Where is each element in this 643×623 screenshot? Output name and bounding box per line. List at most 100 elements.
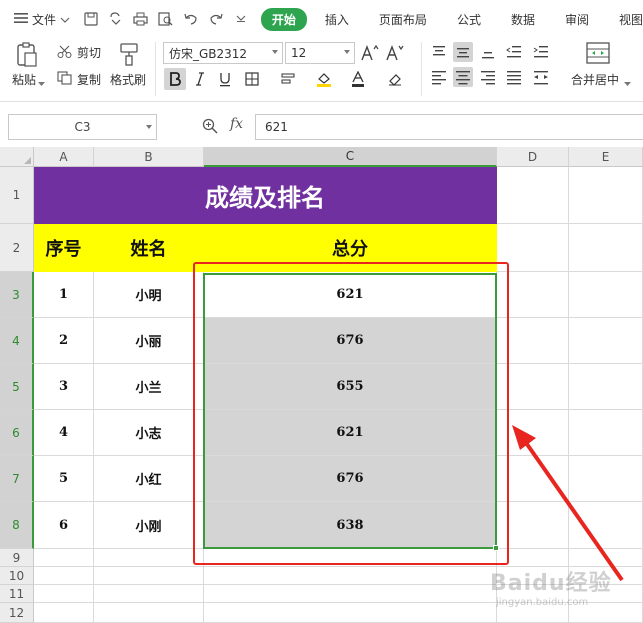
- undo-icon[interactable]: [183, 11, 199, 27]
- align-left-icon[interactable]: [429, 67, 449, 87]
- tab-page-layout[interactable]: 页面布局: [379, 11, 427, 28]
- format-painter-button[interactable]: 格式刷: [110, 71, 146, 88]
- cell-d6[interactable]: [497, 410, 569, 456]
- tab-insert[interactable]: 插入: [325, 11, 349, 28]
- row-header-3[interactable]: 3: [0, 272, 34, 318]
- cell-b5[interactable]: 小兰: [94, 364, 204, 410]
- select-all-corner[interactable]: [0, 147, 34, 167]
- fill-color-icon[interactable]: [313, 68, 335, 90]
- cell-b4[interactable]: 小丽: [94, 318, 204, 364]
- cell-b10[interactable]: [94, 567, 204, 585]
- header-cell-score[interactable]: 总分: [204, 224, 497, 272]
- cell-b3[interactable]: 小明: [94, 272, 204, 318]
- cloud-sync-icon[interactable]: [108, 11, 124, 27]
- cell-c9[interactable]: [204, 549, 497, 567]
- increase-font-size-icon[interactable]: [359, 42, 381, 64]
- cell-d1[interactable]: [497, 167, 569, 224]
- row-header-7[interactable]: 7: [0, 456, 34, 502]
- align-center-icon[interactable]: [453, 67, 473, 87]
- merge-dropdown-icon[interactable]: [624, 76, 631, 90]
- paste-dropdown-icon[interactable]: [38, 76, 45, 90]
- cell-d5[interactable]: [497, 364, 569, 410]
- bold-icon[interactable]: [164, 68, 186, 90]
- clear-format-icon[interactable]: [384, 68, 406, 90]
- tab-formulas[interactable]: 公式: [457, 11, 481, 28]
- header-cell-no[interactable]: 序号: [34, 224, 94, 272]
- cell-e7[interactable]: [569, 456, 643, 502]
- formula-input[interactable]: 621: [255, 114, 643, 140]
- cell-d10[interactable]: [497, 567, 569, 585]
- row-header-11[interactable]: 11: [0, 585, 34, 603]
- align-top-icon[interactable]: [429, 42, 449, 62]
- distributed-align-icon[interactable]: [531, 67, 551, 87]
- cell-b7[interactable]: 小红: [94, 456, 204, 502]
- column-header-d[interactable]: D: [497, 147, 569, 167]
- print-icon[interactable]: [133, 11, 149, 27]
- cell-a4[interactable]: 2: [34, 318, 94, 364]
- row-header-8[interactable]: 8: [0, 502, 34, 549]
- sheet-title-cell[interactable]: 成绩及排名: [34, 167, 497, 224]
- column-header-e[interactable]: E: [569, 147, 643, 167]
- name-box[interactable]: C3: [8, 114, 157, 140]
- cell-a3[interactable]: 1: [34, 272, 94, 318]
- cell-a12[interactable]: [34, 603, 94, 623]
- cell-e6[interactable]: [569, 410, 643, 456]
- row-header-9[interactable]: 9: [0, 549, 34, 567]
- cell-e3[interactable]: [569, 272, 643, 318]
- decrease-indent-icon[interactable]: [504, 42, 524, 62]
- cell-a5[interactable]: 3: [34, 364, 94, 410]
- cell-e2[interactable]: [569, 224, 643, 272]
- cell-c4[interactable]: 676: [204, 318, 497, 364]
- row-header-5[interactable]: 5: [0, 364, 34, 410]
- font-name-select[interactable]: 仿宋_GB2312: [163, 42, 283, 64]
- align-bottom-icon[interactable]: [478, 42, 498, 62]
- cell-a11[interactable]: [34, 585, 94, 603]
- cell-c5[interactable]: 655: [204, 364, 497, 410]
- cell-e5[interactable]: [569, 364, 643, 410]
- cell-e9[interactable]: [569, 549, 643, 567]
- cell-b11[interactable]: [94, 585, 204, 603]
- tab-data[interactable]: 数据: [511, 11, 535, 28]
- customize-toolbar-icon[interactable]: [233, 11, 249, 27]
- cell-d2[interactable]: [497, 224, 569, 272]
- decrease-font-size-icon[interactable]: [384, 42, 406, 64]
- paste-button[interactable]: [14, 42, 40, 71]
- justify-icon[interactable]: [504, 67, 524, 87]
- column-header-a[interactable]: A: [34, 147, 94, 167]
- tab-view[interactable]: 视图: [619, 11, 643, 28]
- zoom-search-icon[interactable]: [202, 118, 218, 137]
- align-right-icon[interactable]: [478, 67, 498, 87]
- cell-c12[interactable]: [204, 603, 497, 623]
- cell-c8[interactable]: 638: [204, 502, 497, 549]
- redo-icon[interactable]: [208, 11, 224, 27]
- cell-d11[interactable]: [497, 585, 569, 603]
- copy-button[interactable]: 复制: [77, 71, 101, 88]
- cell-b12[interactable]: [94, 603, 204, 623]
- underline-icon[interactable]: [214, 68, 236, 90]
- cell-e10[interactable]: [569, 567, 643, 585]
- header-cell-name[interactable]: 姓名: [94, 224, 204, 272]
- cell-d9[interactable]: [497, 549, 569, 567]
- conditional-format-icon[interactable]: [277, 68, 299, 90]
- row-header-1[interactable]: 1: [0, 167, 34, 224]
- cell-c10[interactable]: [204, 567, 497, 585]
- cell-c6[interactable]: 621: [204, 410, 497, 456]
- cell-d7[interactable]: [497, 456, 569, 502]
- align-middle-icon[interactable]: [453, 42, 473, 62]
- cut-button[interactable]: 剪切: [77, 44, 101, 61]
- cell-e8[interactable]: [569, 502, 643, 549]
- cell-d12[interactable]: [497, 603, 569, 623]
- row-header-12[interactable]: 12: [0, 603, 34, 623]
- cell-a8[interactable]: 6: [34, 502, 94, 549]
- print-preview-icon[interactable]: [158, 11, 174, 27]
- cell-a7[interactable]: 5: [34, 456, 94, 502]
- cell-d8[interactable]: [497, 502, 569, 549]
- cell-c7[interactable]: 676: [204, 456, 497, 502]
- cell-d4[interactable]: [497, 318, 569, 364]
- cell-e11[interactable]: [569, 585, 643, 603]
- merge-center-button[interactable]: 合并居中: [571, 71, 619, 88]
- row-header-6[interactable]: 6: [0, 410, 34, 456]
- save-icon[interactable]: [83, 11, 99, 27]
- italic-icon[interactable]: [189, 68, 211, 90]
- row-header-10[interactable]: 10: [0, 567, 34, 585]
